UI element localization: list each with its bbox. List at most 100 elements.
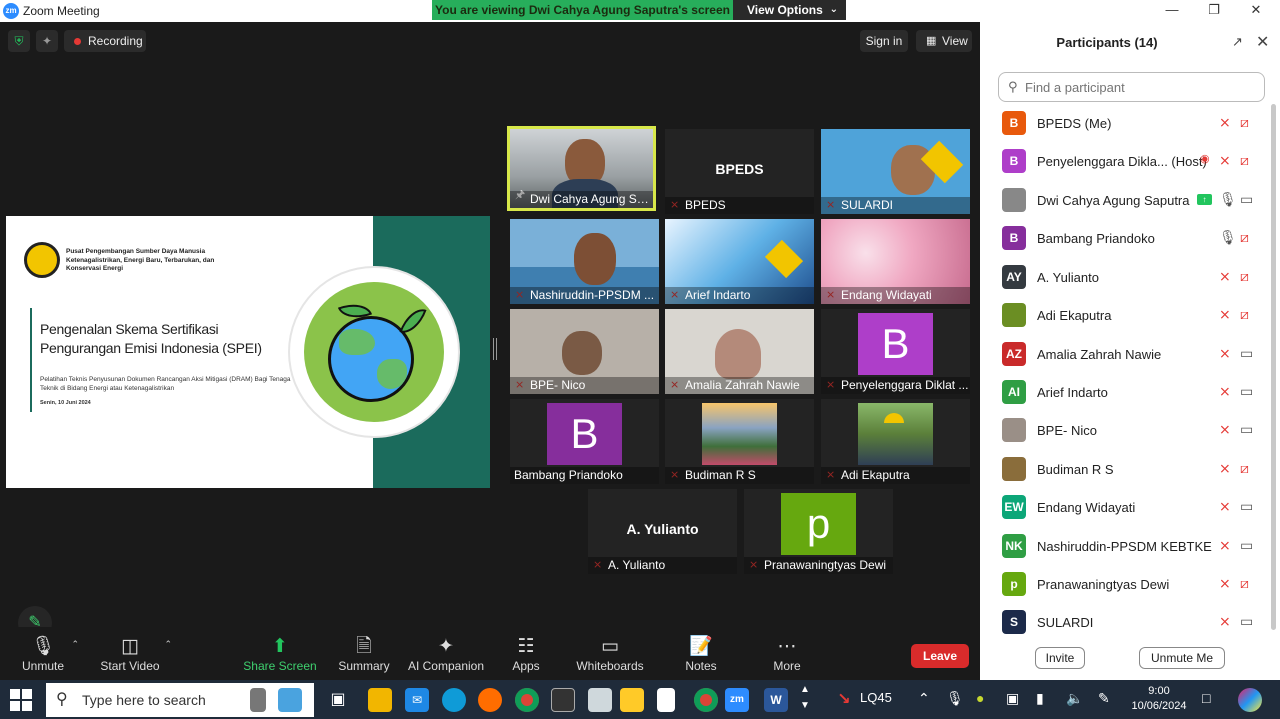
whiteboards-button[interactable]: ▭ Whiteboards: [570, 635, 650, 673]
video-tile[interactable]: ⨯ Adi Ekaputra: [821, 399, 970, 484]
taskbar-scroll-icon[interactable]: ▲ ▼: [800, 682, 810, 714]
taskbar-search-box[interactable]: ⚲ Type here to search: [46, 683, 314, 717]
ai-companion-button[interactable]: ✦ AI Companion: [400, 635, 492, 673]
video-tile[interactable]: ⨯ Nashiruddin-PPSDM ...: [510, 219, 659, 304]
chrome-profile-icon[interactable]: [694, 688, 718, 712]
muted-mic-icon[interactable]: ⨯: [1219, 152, 1231, 169]
leave-button[interactable]: Leave: [911, 644, 969, 668]
microphone-icon[interactable]: 🎙: [1219, 229, 1237, 246]
participant-row[interactable]: B Penyelenggara Dikla... (Host) ◉ ⨯ ⧄: [980, 144, 1272, 182]
video-tile[interactable]: ⨯ Budiman R S: [665, 399, 814, 484]
muted-mic-icon[interactable]: ⨯: [1219, 268, 1231, 285]
security-shield-icon[interactable]: ⛨: [8, 30, 30, 52]
muted-mic-icon[interactable]: ⨯: [1219, 575, 1231, 592]
more-button[interactable]: ⋯ More: [747, 635, 827, 673]
tray-overflow-icon[interactable]: ⌃: [918, 690, 930, 707]
close-window-icon[interactable]: ✕: [1246, 2, 1266, 18]
video-off-icon[interactable]: ⧄: [1240, 306, 1249, 323]
pen-icon[interactable]: ✎: [1098, 690, 1110, 707]
caret-up-icon[interactable]: ⌃: [164, 639, 172, 650]
minimize-icon[interactable]: —: [1162, 2, 1182, 17]
video-camera-icon[interactable]: ▭: [1240, 191, 1253, 208]
participant-row[interactable]: Adi Ekaputra ⨯ ⧄: [980, 298, 1272, 336]
suitcase-icon[interactable]: [250, 688, 266, 712]
windows-start-icon[interactable]: [10, 689, 32, 711]
video-tile[interactable]: BPEDS ⨯ BPEDS: [665, 129, 814, 214]
close-panel-icon[interactable]: ✕: [1256, 32, 1269, 52]
microphone-icon[interactable]: 🎙: [1219, 191, 1237, 208]
apps-button[interactable]: ☷ Apps: [486, 635, 566, 673]
participant-row[interactable]: AI Arief Indarto ⨯ ▭: [980, 375, 1272, 413]
ai-sparkle-icon[interactable]: ✦: [36, 30, 58, 52]
unmute-me-button[interactable]: Unmute Me: [1139, 647, 1225, 669]
zoom-taskbar-icon[interactable]: zm: [725, 688, 749, 712]
tray-app-icon[interactable]: ●: [976, 690, 984, 706]
restore-icon[interactable]: ❐: [1204, 2, 1224, 18]
muted-mic-icon[interactable]: ⨯: [1219, 537, 1231, 554]
firefox-icon[interactable]: [478, 688, 502, 712]
view-options-button[interactable]: View Options ⌄: [733, 0, 846, 20]
video-off-icon[interactable]: ⧄: [1240, 460, 1249, 477]
panel-resize-handle[interactable]: [493, 338, 497, 360]
muted-mic-icon[interactable]: ⨯: [1219, 114, 1231, 131]
app-icon[interactable]: [588, 688, 612, 712]
muted-mic-icon[interactable]: ⨯: [1219, 498, 1231, 515]
participant-search-input[interactable]: [998, 72, 1265, 102]
video-tile[interactable]: ⨯ SULARDI: [821, 129, 970, 214]
participant-row[interactable]: p Pranawaningtyas Dewi ⨯ ⧄: [980, 567, 1272, 605]
invite-button[interactable]: Invite: [1035, 647, 1085, 669]
popout-icon[interactable]: ↗: [1232, 34, 1243, 50]
video-off-icon[interactable]: ⧄: [1240, 114, 1249, 131]
muted-mic-icon[interactable]: ⨯: [1219, 421, 1231, 438]
muted-mic-icon[interactable]: ⨯: [1219, 460, 1231, 477]
participant-row[interactable]: AY A. Yulianto ⨯ ⧄: [980, 260, 1272, 298]
video-tile[interactable]: p ⨯ Pranawaningtyas Dewi: [744, 489, 893, 574]
participants-scrollbar[interactable]: [1271, 104, 1276, 630]
app-icon[interactable]: [551, 688, 575, 712]
participant-row[interactable]: EW Endang Widayati ⨯ ▭: [980, 490, 1272, 528]
participant-row[interactable]: BPE- Nico ⨯ ▭: [980, 413, 1272, 451]
stock-ticker[interactable]: LQ45: [860, 690, 892, 705]
video-camera-icon[interactable]: ▭: [1240, 537, 1253, 554]
speaker-icon[interactable]: 🔈: [1066, 690, 1083, 707]
task-view-icon[interactable]: ▣: [326, 688, 350, 712]
participant-row[interactable]: B BPEDS (Me) ⨯ ⧄: [980, 106, 1272, 144]
video-tile[interactable]: ⨯ Arief Indarto: [665, 219, 814, 304]
copilot-icon[interactable]: [1238, 688, 1262, 712]
video-tile[interactable]: ⨯ BPE- Nico: [510, 309, 659, 394]
video-tile[interactable]: ⨯ Amalia Zahrah Nawie: [665, 309, 814, 394]
video-tile[interactable]: B ⨯ Penyelenggara Diklat ...: [821, 309, 970, 394]
start-video-button[interactable]: ◫ Start Video ⌃: [90, 635, 172, 673]
battery-icon[interactable]: ▮: [1036, 690, 1044, 707]
video-off-icon[interactable]: ⧄: [1240, 575, 1249, 592]
muted-mic-icon[interactable]: ⨯: [1219, 306, 1231, 323]
unmute-button[interactable]: 🎙 Unmute ⌃: [3, 635, 83, 673]
notes-button[interactable]: 📝 Notes: [661, 635, 741, 673]
participant-row[interactable]: AZ Amalia Zahrah Nawie ⨯ ▭: [980, 337, 1272, 375]
mail-icon[interactable]: ✉: [405, 688, 429, 712]
sign-in-button[interactable]: Sign in: [860, 30, 908, 52]
recording-indicator[interactable]: Recording: [64, 30, 146, 52]
store-icon[interactable]: [620, 688, 644, 712]
video-tile[interactable]: A. Yulianto ⨯ A. Yulianto: [588, 489, 737, 574]
participant-row[interactable]: NK Nashiruddin-PPSDM KEBTKE ⨯ ▭: [980, 529, 1272, 567]
video-camera-icon[interactable]: ▭: [1240, 613, 1253, 630]
muted-mic-icon[interactable]: ⨯: [1219, 383, 1231, 400]
video-off-icon[interactable]: ⧄: [1240, 268, 1249, 285]
video-camera-icon[interactable]: ▭: [1240, 421, 1253, 438]
share-screen-button[interactable]: ⬆ Share Screen: [240, 635, 320, 673]
notifications-icon[interactable]: □: [1202, 690, 1210, 706]
video-off-icon[interactable]: ⧄: [1240, 152, 1249, 169]
participant-row[interactable]: Budiman R S ⨯ ⧄: [980, 452, 1272, 490]
participant-row[interactable]: S SULARDI ⨯ ▭: [980, 605, 1272, 643]
taskbar-clock[interactable]: 9:00 10/06/2024: [1128, 684, 1190, 714]
map-icon[interactable]: [278, 688, 302, 712]
device-icon[interactable]: ▣: [1006, 690, 1019, 707]
video-off-icon[interactable]: ⧄: [1240, 229, 1249, 246]
participant-row[interactable]: B Bambang Priandoko 🎙 ⧄: [980, 221, 1272, 259]
microphone-icon[interactable]: 🎙: [946, 690, 964, 707]
summary-button[interactable]: 🗎 Summary: [324, 635, 404, 673]
caret-up-icon[interactable]: ⌃: [71, 639, 79, 650]
participant-row[interactable]: Dwi Cahya Agung Saputra ↑ 🎙 ▭: [980, 183, 1272, 221]
edge-icon[interactable]: [442, 688, 466, 712]
